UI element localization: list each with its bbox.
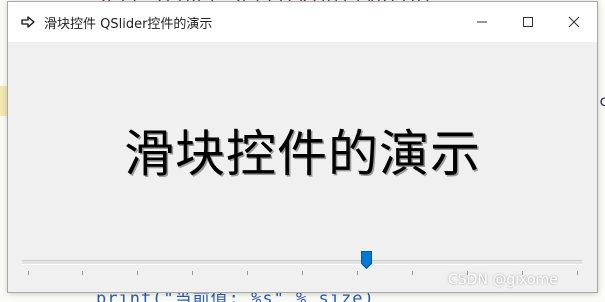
client-area: 滑块控件的演示 [8,42,597,292]
maximize-button[interactable] [505,2,551,42]
window-title: 滑块控件 QSlider控件的演示 [44,16,213,32]
gutter-highlight [0,86,8,116]
slider-tick [247,271,248,275]
slider-track[interactable] [22,260,582,265]
maximize-icon [522,13,534,32]
close-icon [568,13,580,32]
slider-tick [357,271,358,275]
slider-tick [28,271,29,275]
app-window: 滑块控件 QSlider控件的演示 滑块控件的演示 [8,2,597,292]
minimize-button[interactable] [459,2,505,42]
demo-label: 滑块控件的演示 [124,125,481,183]
arrow-right-icon [20,14,36,30]
slider-tick [412,271,413,275]
slider-tick [137,271,138,275]
slider-handle[interactable] [361,251,372,270]
watermark-text: CSDN @gixome [448,272,558,288]
close-button[interactable] [551,2,597,42]
slider-tick [302,271,303,275]
minimize-icon [476,13,488,32]
slider-tick [82,271,83,275]
slider-tick [192,271,193,275]
title-bar[interactable]: 滑块控件 QSlider控件的演示 [8,2,597,42]
slider-tick [577,271,578,275]
